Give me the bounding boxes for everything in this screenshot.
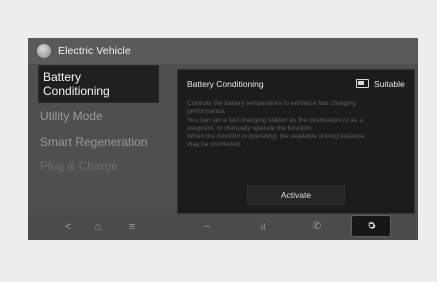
battery-status-icon — [356, 79, 369, 88]
settings-button[interactable] — [352, 216, 390, 236]
device-frame: Electric Vehicle Battery Conditioning Ut… — [0, 0, 437, 282]
phone-icon[interactable]: ✆ — [308, 214, 326, 240]
battery-conditioning-panel: Battery Conditioning Suitable Controls t… — [178, 70, 414, 213]
sidebar-item-utility-mode[interactable]: Utility Mode — [40, 109, 103, 123]
menu-icon[interactable]: ≡ — [123, 214, 141, 240]
activate-button[interactable]: Activate — [248, 186, 344, 204]
home-icon[interactable]: ⌂ — [88, 214, 108, 240]
description-line: When the function is operating, the avai… — [187, 133, 365, 141]
sidebar-item-battery-conditioning[interactable]: Battery Conditioning — [39, 66, 158, 102]
climate-icon[interactable]: ~ — [198, 214, 216, 240]
top-bar: Electric Vehicle — [28, 38, 418, 64]
description-line: waypoint, or manually operate the functi… — [187, 124, 313, 132]
car-logo-icon — [37, 44, 51, 58]
sidebar-menu: Battery Conditioning Utility Mode Smart … — [28, 64, 168, 214]
sidebar-item-label-line1: Battery — [43, 70, 82, 84]
description-line: You can set a fast charging station as t… — [187, 116, 364, 124]
description-line: performance. — [187, 108, 226, 116]
sidebar-item-plug-charge[interactable]: Plug & Charge — [40, 159, 118, 173]
back-icon[interactable]: < — [60, 214, 76, 240]
status-label: Suitable — [374, 79, 405, 89]
description-line: Controls the battery temperature to enha… — [187, 100, 356, 107]
gear-icon — [368, 221, 376, 229]
panel-title: Battery Conditioning — [187, 79, 264, 89]
sidebar-item-label-line2: Conditioning — [43, 84, 110, 98]
signal-icon[interactable]: ıl — [254, 214, 272, 240]
app-title: Electric Vehicle — [58, 45, 131, 57]
sidebar-item-smart-regeneration[interactable]: Smart Regeneration — [40, 135, 147, 149]
description-line: may be shortened. — [187, 141, 242, 149]
infotainment-screen: Electric Vehicle Battery Conditioning Ut… — [28, 38, 418, 240]
panel-description: Controls the battery temperature to enha… — [187, 100, 409, 150]
